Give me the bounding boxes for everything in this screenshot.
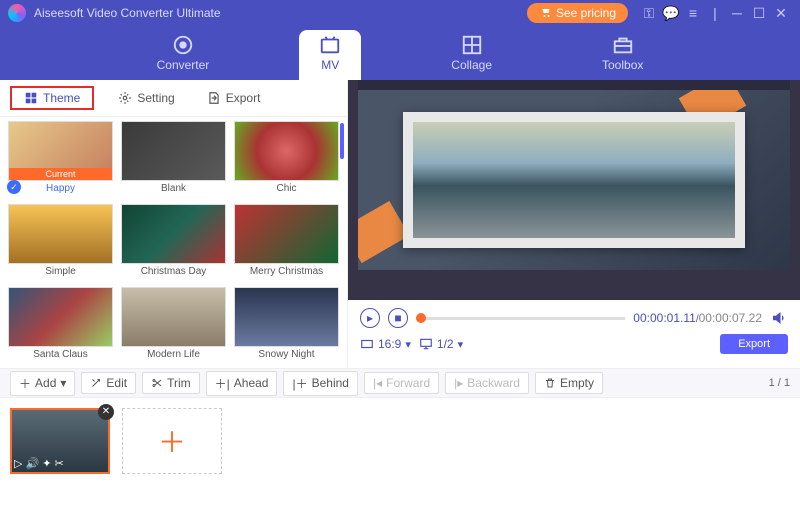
close-button[interactable]: ✕ xyxy=(770,2,792,24)
trim-button[interactable]: Trim xyxy=(142,372,200,394)
theme-label: Snowy Night xyxy=(258,349,314,360)
add-clip-button[interactable]: ＋ xyxy=(122,408,222,474)
tab-collage[interactable]: Collage xyxy=(431,30,512,80)
theme-label: Happy xyxy=(46,183,75,194)
volume-icon[interactable] xyxy=(770,309,788,327)
theme-label: Christmas Day xyxy=(141,266,207,277)
app-logo xyxy=(8,4,26,22)
current-ribbon: Current xyxy=(9,168,112,180)
subtab-export[interactable]: Export xyxy=(199,87,269,109)
play-button[interactable]: ▸ xyxy=(360,308,380,328)
stop-button[interactable]: ■ xyxy=(388,308,408,328)
page-indicator: 1 / 1 xyxy=(769,377,790,389)
remove-clip-button[interactable]: ✕ xyxy=(98,404,114,420)
clip-item[interactable]: ✕ ▷ 🔊 ✦ ✂ xyxy=(10,408,110,474)
app-title: Aiseesoft Video Converter Ultimate xyxy=(34,6,527,20)
divider: | xyxy=(704,2,726,24)
theme-card[interactable]: Modern Life xyxy=(121,287,226,364)
gear-icon xyxy=(118,91,132,105)
tab-mv[interactable]: MV xyxy=(299,30,361,80)
tab-toolbox[interactable]: Toolbox xyxy=(582,30,663,80)
clip-tools: ▷ 🔊 ✦ ✂ xyxy=(14,457,64,470)
wand-icon xyxy=(90,377,102,389)
scrollbar[interactable] xyxy=(340,123,344,159)
theme-card[interactable]: Snowy Night xyxy=(234,287,339,364)
seek-slider[interactable] xyxy=(416,317,625,320)
check-icon: ✓ xyxy=(7,180,21,194)
theme-card[interactable]: Blank xyxy=(121,121,226,198)
aspect-select[interactable]: 16:9 ▾ xyxy=(360,337,411,351)
ahead-button[interactable]: ＋|Ahead xyxy=(206,371,278,396)
theme-card[interactable]: Santa Claus xyxy=(8,287,113,364)
backward-button[interactable]: |▸Backward xyxy=(445,372,529,394)
maximize-button[interactable]: ☐ xyxy=(748,2,770,24)
mv-icon xyxy=(319,34,341,56)
trash-icon xyxy=(544,377,556,389)
add-button[interactable]: ＋Add▾ xyxy=(10,371,75,396)
theme-card[interactable]: Christmas Day xyxy=(121,204,226,281)
theme-card[interactable]: Simple xyxy=(8,204,113,281)
export-icon xyxy=(207,91,221,105)
see-pricing-button[interactable]: See pricing xyxy=(527,3,628,23)
aspect-icon xyxy=(360,337,374,351)
converter-icon xyxy=(172,34,194,56)
theme-label: Chic xyxy=(276,183,296,194)
minimize-button[interactable]: ─ xyxy=(726,2,748,24)
empty-button[interactable]: Empty xyxy=(535,372,603,394)
behind-button[interactable]: |＋Behind xyxy=(283,371,358,396)
theme-label: Santa Claus xyxy=(33,349,87,360)
toolbox-icon xyxy=(612,34,634,56)
scale-select[interactable]: 1/2 ▾ xyxy=(419,337,463,351)
scissors-icon xyxy=(151,377,163,389)
forward-button[interactable]: |◂Forward xyxy=(364,372,439,394)
theme-label: Simple xyxy=(45,266,76,277)
preview-photo xyxy=(403,112,745,248)
tab-converter[interactable]: Converter xyxy=(137,30,230,80)
screen-icon xyxy=(419,337,433,351)
collage-icon xyxy=(461,34,483,56)
menu-icon[interactable]: ≡ xyxy=(682,2,704,24)
theme-label: Modern Life xyxy=(147,349,200,360)
preview-area xyxy=(348,80,800,300)
cart-icon xyxy=(539,7,551,19)
theme-label: Merry Christmas xyxy=(250,266,323,277)
theme-grid: Current✓ Happy Blank Chic Simple Christmas Da… xyxy=(0,116,347,368)
subtab-theme[interactable]: Theme xyxy=(10,86,94,110)
subtab-setting[interactable]: Setting xyxy=(110,87,182,109)
theme-card[interactable]: Current✓ Happy xyxy=(8,121,113,198)
theme-label: Blank xyxy=(161,183,186,194)
grid-icon xyxy=(24,91,38,105)
theme-card[interactable]: Merry Christmas xyxy=(234,204,339,281)
feedback-icon[interactable]: 💬 xyxy=(660,2,682,24)
theme-card[interactable]: Chic xyxy=(234,121,339,198)
export-button[interactable]: Export xyxy=(720,334,788,354)
edit-button[interactable]: Edit xyxy=(81,372,136,394)
time-display: 00:00:01.11/00:00:07.22 xyxy=(633,311,762,325)
key-icon[interactable]: ⚿ xyxy=(638,2,660,24)
tape-decoration xyxy=(358,201,409,263)
